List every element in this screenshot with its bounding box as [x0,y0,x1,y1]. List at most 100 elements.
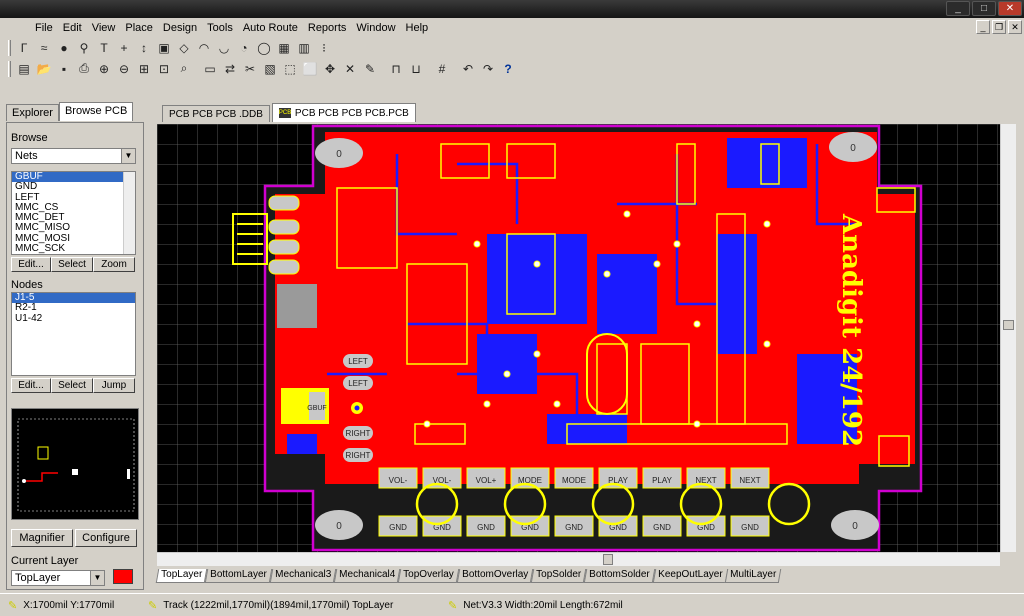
paste-icon[interactable]: ▧ [261,60,279,78]
layer-tab-mechanical4[interactable]: Mechanical4 [333,568,401,583]
scroll-thumb[interactable] [1003,320,1014,330]
layer-tab-bottomoverlay[interactable]: BottomOverlay [456,568,534,583]
grid-icon[interactable]: # [433,60,451,78]
layer-tab-bottomsolder[interactable]: BottomSolder [583,568,655,583]
menu-help[interactable]: Help [401,22,434,34]
highlight-icon[interactable]: ✎ [361,60,379,78]
close-window-button[interactable]: ✕ [998,1,1022,16]
configure-button[interactable]: Configure [75,529,137,547]
menu-view[interactable]: View [87,22,121,34]
arc-edge-icon[interactable]: ◡ [215,39,233,57]
board-miniview[interactable] [11,408,139,520]
nets-select-button[interactable]: Select [51,257,93,272]
deselect-icon[interactable]: ⬜ [301,60,319,78]
tab-ddb[interactable]: PCB PCB PCB .DDB [162,105,270,122]
nodes-jump-button[interactable]: Jump [93,378,135,393]
tab-explorer[interactable]: Explorer [6,104,59,121]
open-folder-icon[interactable]: 📂 [35,60,53,78]
chevron-down-icon[interactable]: ▼ [90,571,104,585]
menu-auto-route[interactable]: Auto Route [238,22,303,34]
menu-edit[interactable]: Edit [58,22,87,34]
place-dimension-icon[interactable]: ↕ [135,39,153,57]
menu-design[interactable]: Design [158,22,202,34]
menu-place[interactable]: Place [120,22,158,34]
list-item[interactable]: U1-42 [12,313,135,324]
room-icon[interactable]: ▦ [275,39,293,57]
arc-center-icon[interactable]: ◠ [195,39,213,57]
arc-any-icon[interactable]: ◔ [235,39,253,57]
list-item[interactable]: MMC_SCK [12,243,135,254]
place-string-icon[interactable]: T [95,39,113,57]
layer-tabs: TopLayer BottomLayer Mechanical3 Mechani… [155,568,1000,583]
zoom-out-icon[interactable]: ⊖ [115,60,133,78]
layer-tab-keepoutlayer[interactable]: KeepOutLayer [652,568,728,583]
place-fill-icon[interactable]: ▣ [155,39,173,57]
zoom-fit-icon[interactable]: ⊞ [135,60,153,78]
zoom-in-icon[interactable]: ⊕ [95,60,113,78]
miniview-drawing [17,418,135,512]
clear-icon[interactable]: ✕ [341,60,359,78]
menu-window[interactable]: Window [351,22,400,34]
cross-probe-icon[interactable]: ⇄ [221,60,239,78]
current-layer-select[interactable]: TopLayer ▼ [11,570,105,586]
layer-tab-mechanical3[interactable]: Mechanical3 [269,568,337,583]
help-icon[interactable]: ? [499,60,517,78]
layer-tab-topsolder[interactable]: TopSolder [530,568,587,583]
cut-icon[interactable]: ✂ [241,60,259,78]
nodes-list[interactable]: J1-5 R2-1 U1-42 [11,292,136,376]
tab-pcb[interactable]: PCB PCB PCB PCB PCB.PCB [271,103,416,122]
browse-panel: Explorer Browse PCB Browse Nets ▼ GBUF G… [0,100,150,591]
layer-tab-multilayer[interactable]: MultiLayer [724,568,782,583]
browse-select[interactable]: Nets ▼ [11,148,136,164]
horizontal-scrollbar[interactable] [157,552,1000,566]
place-via-icon[interactable]: ● [55,39,73,57]
redo-icon[interactable]: ↷ [479,60,497,78]
mdi-restore-button[interactable]: ❐ [992,20,1006,34]
place-polygon-icon[interactable]: ◇ [175,39,193,57]
magnifier-button[interactable]: Magnifier [11,529,73,547]
layer-tab-topoverlay[interactable]: TopOverlay [397,568,459,583]
nets-list[interactable]: GBUF GND LEFT MMC_CS MMC_DET MMC_MISO MM… [11,171,136,255]
pad-gnd-label: GND [477,523,495,532]
design-manager-icon[interactable]: ▤ [15,60,33,78]
minimize-window-button[interactable]: _ [946,1,970,16]
place-line-icon[interactable]: Γ [15,39,33,57]
zoom-area-icon[interactable]: ⊡ [155,60,173,78]
save-icon[interactable]: ▪ [55,60,73,78]
split-plane-icon[interactable]: ▥ [295,39,313,57]
component-icon[interactable]: ⊓ [387,60,405,78]
full-circle-icon[interactable]: ◯ [255,39,273,57]
nets-edit-button[interactable]: Edit... [11,257,51,272]
pcb-canvas[interactable]: 0 0 0 0 LEFT LEFT RIGHT RIGHT GBUF Anadi… [157,124,1000,552]
component-edit-icon[interactable]: ⊔ [407,60,425,78]
mdi-minimize-button[interactable]: _ [976,20,990,34]
layer-tab-bottomlayer[interactable]: BottomLayer [204,568,273,583]
chevron-down-icon[interactable]: ▼ [121,149,135,163]
place-coordinate-icon[interactable]: + [115,39,133,57]
scroll-thumb[interactable] [603,554,613,565]
nets-zoom-button[interactable]: Zoom [93,257,135,272]
nodes-select-button[interactable]: Select [51,378,93,393]
pad-gnd-label: GND [565,523,583,532]
nets-scrollbar[interactable] [123,172,135,254]
menu-tools[interactable]: Tools [202,22,238,34]
move-icon[interactable]: ✥ [321,60,339,78]
select-icon[interactable]: ⬚ [281,60,299,78]
array-icon[interactable]: ⁝ [315,39,333,57]
menu-file[interactable]: File [30,22,58,34]
library-icon[interactable]: ▭ [201,60,219,78]
nodes-edit-button[interactable]: Edit... [11,378,51,393]
tab-browse-pcb[interactable]: Browse PCB [58,102,134,121]
undo-icon[interactable]: ↶ [459,60,477,78]
place-pad-icon[interactable]: ⚲ [75,39,93,57]
layer-color-swatch[interactable] [113,569,133,584]
place-arc-icon[interactable]: ≈ [35,39,53,57]
vertical-scrollbar[interactable] [1000,124,1016,552]
zoom-last-icon[interactable]: ⌕ [175,60,193,78]
layer-tab-toplayer[interactable]: TopLayer [155,568,208,583]
mdi-close-button[interactable]: ✕ [1008,20,1022,34]
menu-reports[interactable]: Reports [303,22,352,34]
maximize-window-button[interactable]: □ [972,1,996,16]
print-icon[interactable]: ⎙ [75,60,93,78]
side-label: LEFT [348,357,368,366]
